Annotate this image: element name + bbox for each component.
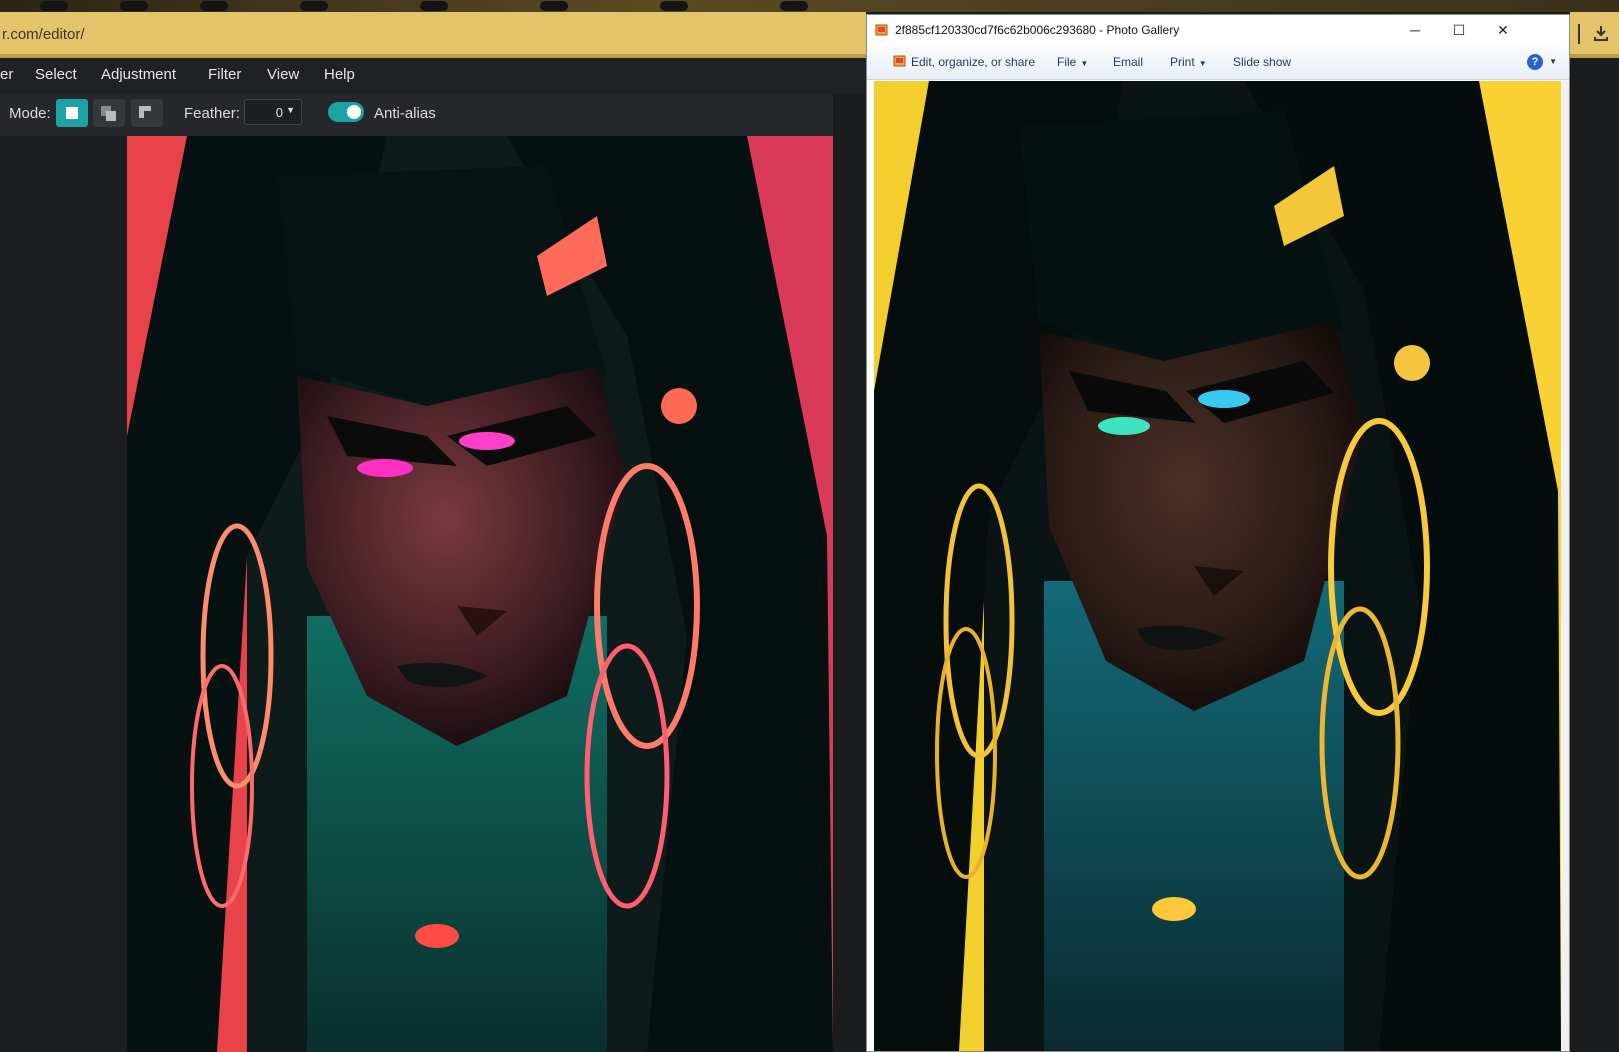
anti-alias-label: Anti-alias	[374, 105, 436, 122]
feather-label: Feather:	[184, 105, 240, 122]
tab-shape[interactable]	[200, 1, 228, 11]
address-bar[interactable]: r.com/editor/	[0, 12, 866, 58]
gallery-image-viewer[interactable]	[874, 81, 1561, 1051]
print-menu-button[interactable]: Print ▼	[1170, 55, 1207, 69]
toggle-knob	[347, 105, 361, 119]
tab-shape[interactable]	[420, 1, 448, 11]
add-selection-icon-front	[106, 111, 116, 121]
chevron-down-icon[interactable]: ▼	[1549, 57, 1557, 66]
tool-options-bar: Mode: Feather: 0 ▼ Anti-alias	[0, 94, 866, 137]
mode-label: Mode:	[9, 105, 51, 122]
close-button[interactable]: ✕	[1481, 19, 1525, 41]
download-icon[interactable]	[1592, 24, 1610, 42]
tab-shape[interactable]	[120, 1, 148, 11]
feather-select[interactable]: 0 ▼	[244, 99, 302, 125]
editor-right-margin	[833, 94, 866, 1052]
command-bar: Edit, organize, or share File ▼ Email Pri…	[867, 45, 1569, 80]
tab-shape[interactable]	[300, 1, 328, 11]
editor-menubar: er Select Adjustment Filter View Help	[0, 58, 866, 94]
chevron-down-icon: ▼	[1198, 59, 1207, 68]
print-menu-label: Print	[1170, 55, 1195, 69]
slide-show-label: Slide show	[1233, 55, 1292, 69]
subtract-selection-icon-cut	[144, 111, 152, 119]
tab-shape[interactable]	[540, 1, 568, 11]
artwork-image	[874, 81, 1561, 1051]
mode-new-selection-button[interactable]	[56, 99, 88, 127]
feather-value: 0	[275, 105, 283, 120]
new-selection-icon	[66, 107, 78, 119]
menu-select[interactable]: Select	[35, 66, 77, 83]
viewer-right-border	[1561, 81, 1569, 1051]
mode-add-selection-button[interactable]	[93, 99, 125, 127]
tab-shape[interactable]	[40, 1, 68, 11]
file-menu-button[interactable]: File ▼	[1057, 55, 1088, 69]
email-button[interactable]: Email	[1113, 55, 1143, 69]
toolbar-divider	[1578, 24, 1580, 44]
window-title: 2f885cf120330cd7f6c62b006c293680 - Photo…	[895, 23, 1180, 37]
menu-filter[interactable]: Filter	[208, 66, 241, 83]
slide-show-button[interactable]: Slide show	[1233, 55, 1291, 69]
editor-left-panel	[0, 136, 127, 1052]
browser-right-edge	[1570, 58, 1619, 1052]
menu-view[interactable]: View	[267, 66, 299, 83]
tab-shape[interactable]	[780, 1, 808, 11]
photo-gallery-small-icon	[893, 55, 906, 67]
chevron-down-icon: ▼	[1080, 59, 1089, 68]
anti-alias-toggle[interactable]	[328, 102, 364, 122]
maximize-button[interactable]: ☐	[1437, 19, 1481, 41]
menu-help[interactable]: Help	[324, 66, 355, 83]
menu-layer[interactable]: er	[0, 66, 13, 83]
mode-subtract-selection-button[interactable]	[131, 99, 163, 127]
editor-canvas[interactable]	[127, 136, 833, 1052]
browser-tab-strip	[0, 0, 1619, 12]
window-titlebar[interactable]: 2f885cf120330cd7f6c62b006c293680 - Photo…	[867, 15, 1569, 45]
file-menu-label: File	[1057, 55, 1077, 69]
help-icon[interactable]: ?	[1527, 54, 1543, 70]
menu-adjustment[interactable]: Adjustment	[101, 66, 176, 83]
tab-shape[interactable]	[660, 1, 688, 11]
photo-gallery-window: 2f885cf120330cd7f6c62b006c293680 - Photo…	[866, 14, 1570, 1052]
photo-gallery-app-icon	[875, 24, 888, 36]
minimize-button[interactable]: ─	[1393, 19, 1437, 41]
email-label: Email	[1113, 55, 1144, 69]
url-text[interactable]: r.com/editor/	[2, 26, 85, 43]
edit-organize-share-label: Edit, organize, or share	[911, 55, 1036, 69]
edit-organize-share-button[interactable]: Edit, organize, or share	[911, 55, 1035, 69]
artwork-image	[127, 136, 833, 1052]
chevron-down-icon: ▼	[286, 105, 295, 115]
browser-toolbar-right	[1570, 12, 1619, 58]
